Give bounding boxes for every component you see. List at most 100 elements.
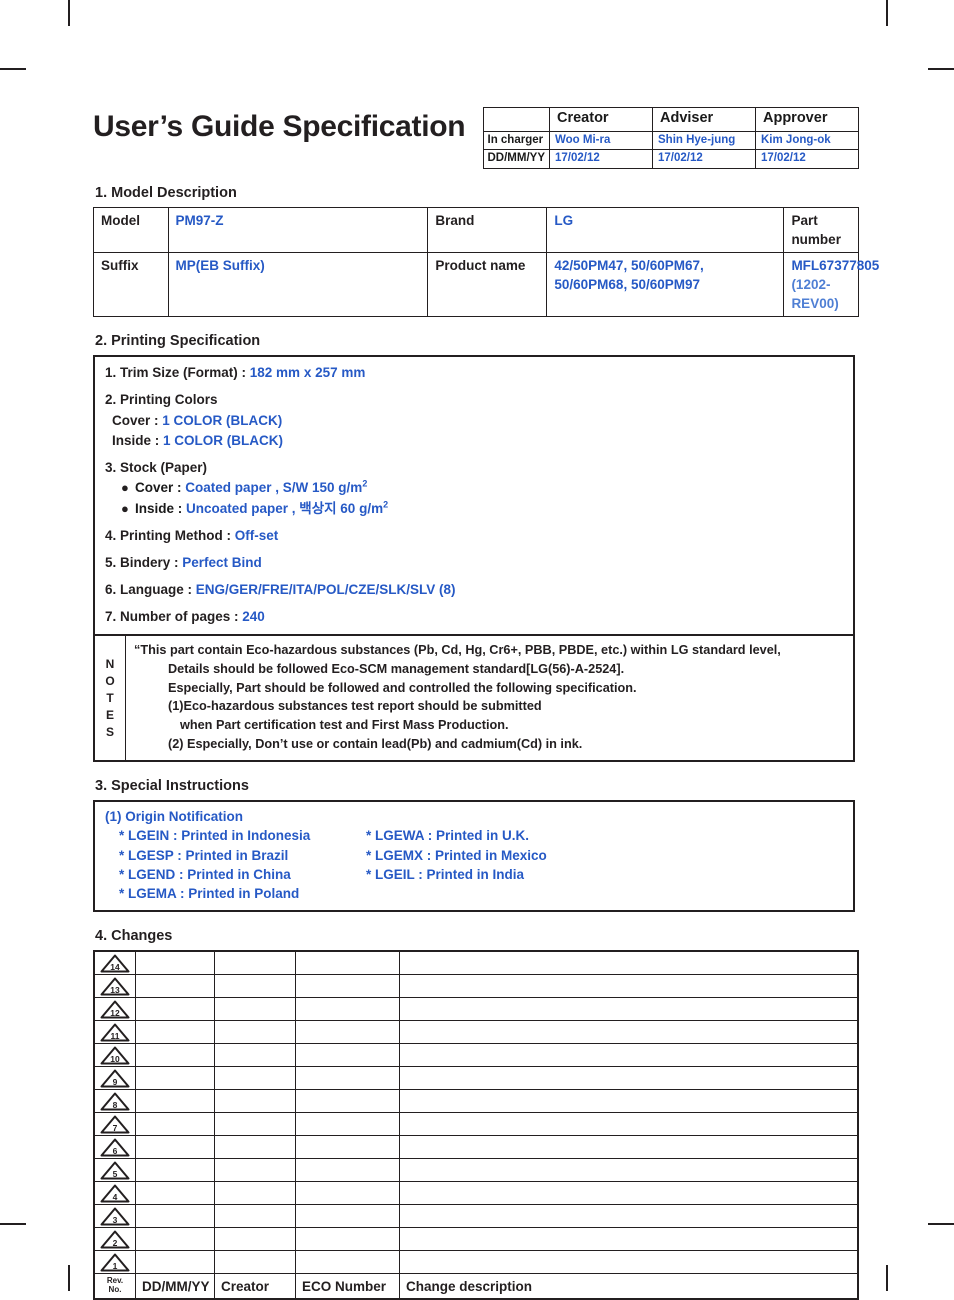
- change-description-cell: [399, 1112, 859, 1137]
- spec-printing-method-label: 4. Printing Method :: [105, 527, 235, 543]
- crop-mark-bottom-left: [68, 1265, 70, 1291]
- notes-letter-o: O: [105, 673, 115, 688]
- origin-item-lgemx: * LGEMX : Printed in Mexico: [366, 847, 547, 863]
- footer-change-description: Change description: [399, 1273, 859, 1300]
- page-title: User’s Guide Specification: [93, 110, 466, 143]
- notes-line-3: Especially, Part should be followed and …: [168, 680, 637, 695]
- footer-creator: Creator: [214, 1273, 296, 1300]
- change-eco-cell: [295, 997, 400, 1022]
- revision-cell: 13: [93, 974, 136, 999]
- change-eco-cell: [295, 1181, 400, 1206]
- approval-approver-name: Kim Jong-ok: [755, 130, 859, 151]
- change-creator-cell: [214, 1227, 296, 1252]
- spec-stock-inside: ● Inside : Uncoated paper , 백상지 60 g/m2: [105, 500, 843, 518]
- change-creator-cell: [214, 1250, 296, 1275]
- footer-date: DD/MM/YY: [135, 1273, 215, 1300]
- change-date-cell: [135, 974, 215, 999]
- change-date-cell: [135, 1135, 215, 1160]
- origin-item-lgema: * LGEMA : Printed in Poland: [119, 885, 300, 901]
- spec-stock-inside-superscript: 2: [383, 499, 389, 510]
- table-row: 1: [93, 1250, 859, 1275]
- spec-inside-color: Inside : 1 COLOR (BLACK): [105, 432, 843, 450]
- revision-cell: 2: [93, 1227, 136, 1252]
- approval-row-in-charger: In charger Woo Mi-ra Shin Hye-jung Kim J…: [482, 130, 859, 151]
- change-date-cell: [135, 997, 215, 1022]
- value-brand: LG: [546, 206, 785, 253]
- spec-pages-label: 7. Number of pages :: [105, 609, 243, 625]
- revision-cell: 8: [93, 1089, 136, 1114]
- notes-line-6: (2) Especially, Don’t use or contain lea…: [168, 736, 583, 751]
- table-row: 11: [93, 1020, 859, 1045]
- origin-row: * LGEMA : Printed in Poland: [105, 884, 843, 903]
- origin-row: * LGEIN : Printed in Indonesia * LGEWA :…: [105, 826, 843, 845]
- spec-stock-cover-value: Coated paper , S/W 150 g/m: [185, 479, 363, 495]
- change-description-cell: [399, 1158, 859, 1183]
- origin-item-lgesp: * LGESP : Printed in Brazil: [119, 847, 289, 863]
- spec-printing-method: 4. Printing Method : Off-set: [105, 527, 843, 545]
- value-part-number: MFL67377805 (1202-REV00): [783, 251, 880, 318]
- approval-header-creator: Creator: [549, 107, 653, 132]
- value-part-number-code: MFL67377805: [791, 257, 880, 273]
- revision-number: 2: [112, 1238, 118, 1249]
- warning-triangle-icon: 11: [100, 1023, 130, 1042]
- spec-stock-cover: ● Cover : Coated paper , S/W 150 g/m2: [105, 479, 843, 497]
- value-product-name-line2: 50/60PM68, 50/60PM97: [554, 277, 700, 293]
- change-date-cell: [135, 1227, 215, 1252]
- warning-triangle-icon: 2: [100, 1230, 130, 1249]
- revision-number: 9: [112, 1077, 118, 1088]
- change-description-cell: [399, 1204, 859, 1229]
- change-creator-cell: [214, 1020, 296, 1045]
- revision-number: 12: [110, 1008, 120, 1019]
- document-header: User’s Guide Specification Creator Advis…: [93, 96, 859, 169]
- spec-stock-cover-text: Cover : Coated paper , S/W 150 g/m2: [135, 479, 367, 497]
- notes-body: “This part contain Eco-hazardous substan…: [126, 636, 853, 760]
- approval-adviser-date: 17/02/12: [652, 149, 756, 169]
- crop-mark-top-left: [68, 0, 70, 26]
- bullet-icon: ●: [121, 500, 129, 516]
- spec-cover-color-value: 1 COLOR (BLACK): [162, 412, 283, 428]
- origin-item-lgewa: * LGEWA : Printed in U.K.: [366, 828, 530, 844]
- value-model: PM97-Z: [167, 206, 429, 253]
- change-eco-cell: [295, 1020, 400, 1045]
- table-row: 14: [93, 950, 859, 976]
- origin-row: * LGESP : Printed in Brazil * LGEMX : Pr…: [105, 846, 843, 865]
- change-description-cell: [399, 1135, 859, 1160]
- revision-number: 11: [110, 1031, 120, 1042]
- spec-printing-colors-label: 2. Printing Colors: [105, 392, 218, 408]
- changes-footer-row: Rev. No. DD/MM/YY Creator ECO Number Cha…: [93, 1273, 859, 1300]
- change-date-cell: [135, 1158, 215, 1183]
- revision-cell: 7: [93, 1112, 136, 1137]
- change-description-cell: [399, 1043, 859, 1068]
- crop-mark-left-top: [0, 68, 26, 70]
- change-eco-cell: [295, 1204, 400, 1229]
- label-model: Model: [93, 206, 169, 253]
- change-eco-cell: [295, 974, 400, 999]
- revision-cell: 6: [93, 1135, 136, 1160]
- warning-triangle-icon: 14: [100, 954, 130, 973]
- warning-triangle-icon: 8: [100, 1092, 130, 1111]
- model-row-2: Suffix MP(EB Suffix) Product name 42/50P…: [93, 251, 880, 318]
- change-date-cell: [135, 1043, 215, 1068]
- spec-stock-cover-label: Cover :: [135, 479, 186, 495]
- table-row: 8: [93, 1089, 859, 1114]
- change-creator-cell: [214, 950, 296, 976]
- approval-label-date: DD/MM/YY: [482, 149, 550, 169]
- table-row: 6: [93, 1135, 859, 1160]
- change-date-cell: [135, 1089, 215, 1114]
- value-product-name-line1: 42/50PM47, 50/60PM67,: [554, 257, 704, 273]
- approval-corner-cell: [482, 107, 550, 132]
- table-row: 7: [93, 1112, 859, 1137]
- table-row: 10: [93, 1043, 859, 1068]
- table-row: 13: [93, 974, 859, 999]
- notes-line-1: “This part contain Eco-hazardous substan…: [134, 643, 781, 658]
- spec-bindery: 5. Bindery : Perfect Bind: [105, 554, 843, 572]
- change-creator-cell: [214, 1112, 296, 1137]
- warning-triangle-icon: 6: [100, 1138, 130, 1157]
- change-date-cell: [135, 1020, 215, 1045]
- change-description-cell: [399, 1181, 859, 1206]
- section-heading-printing-specification: 2. Printing Specification: [95, 333, 261, 350]
- warning-triangle-icon: 12: [100, 1000, 130, 1019]
- change-date-cell: [135, 1204, 215, 1229]
- notes-line-4: (1)Eco-hazardous substances test report …: [168, 699, 542, 714]
- crop-mark-top-right: [886, 0, 888, 26]
